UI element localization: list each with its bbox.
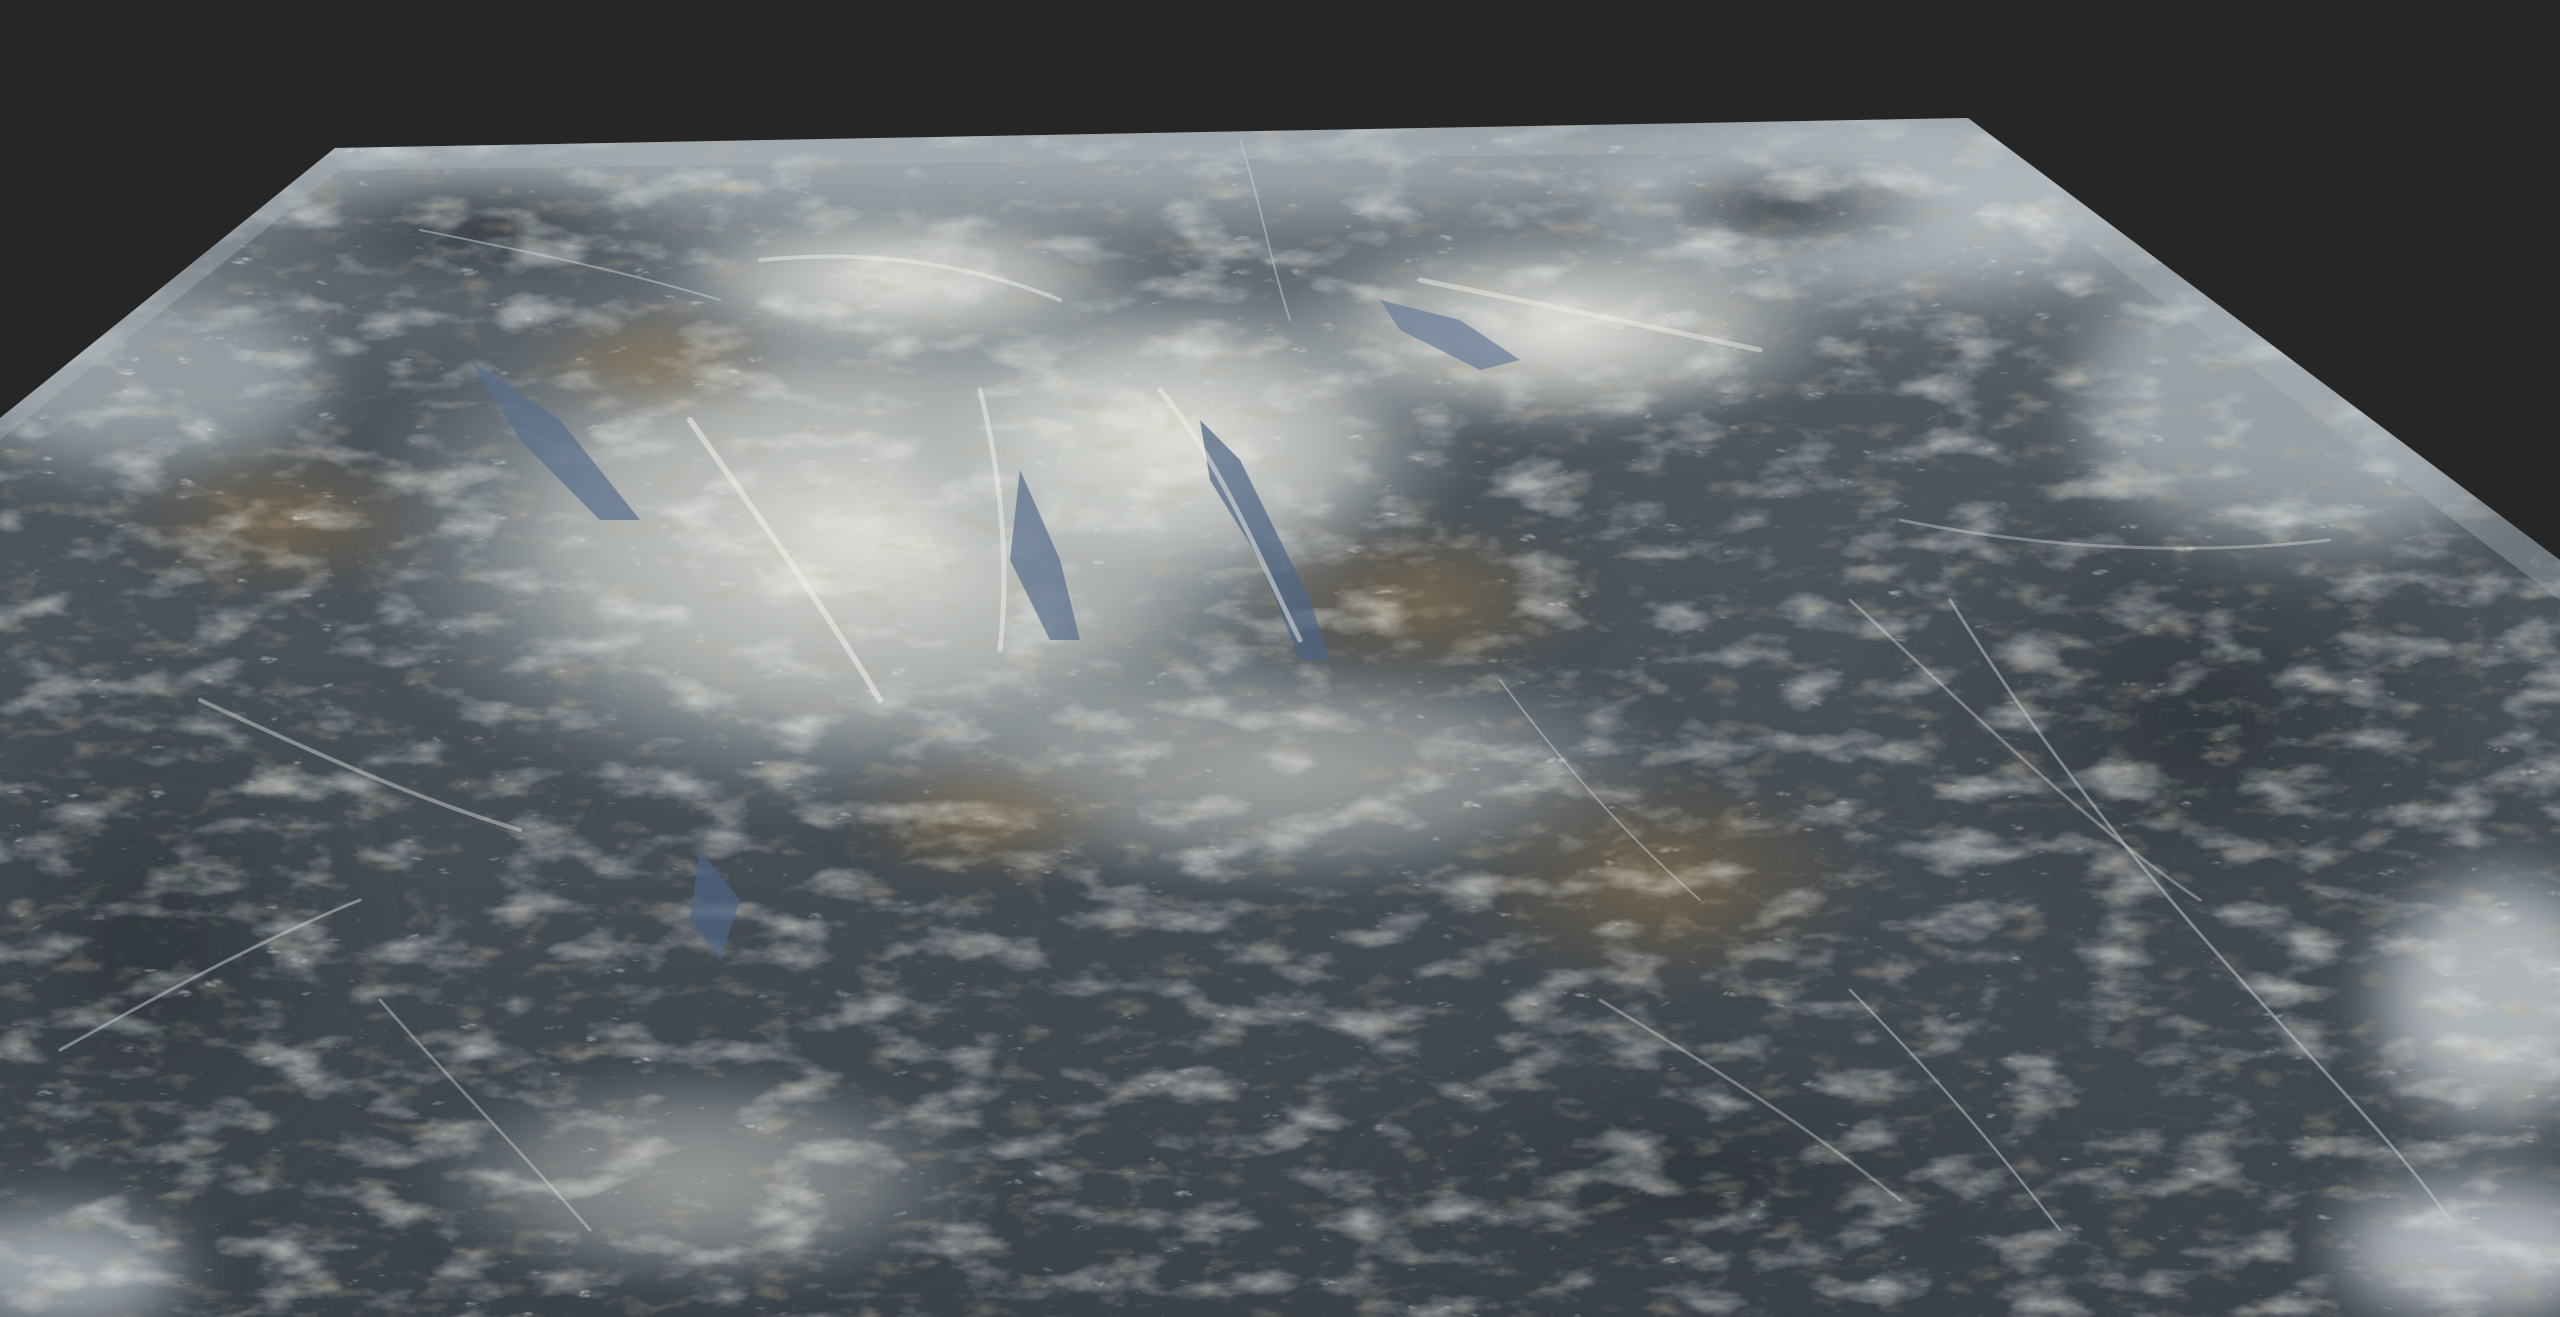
terrain-plane[interactable]: [0, 100, 2560, 1317]
terrain-render[interactable]: [0, 0, 2560, 1317]
3d-viewport[interactable]: [0, 0, 2560, 1317]
